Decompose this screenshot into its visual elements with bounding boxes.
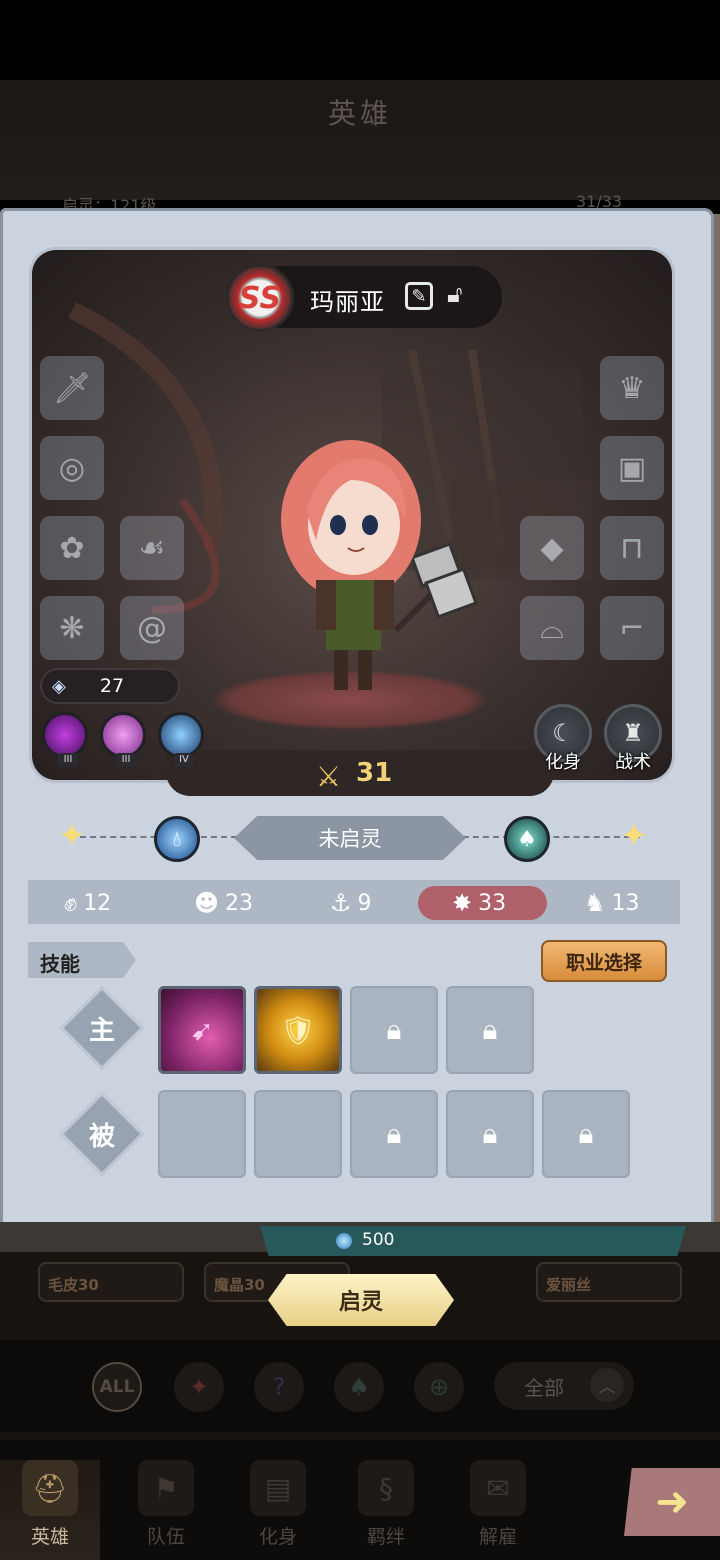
armor-slot-icon[interactable]: ▣ [600, 436, 664, 500]
arcane-rune-icon[interactable]: III [42, 712, 88, 767]
pink-slash-icon: ➹ [190, 1013, 214, 1047]
skill-slot-golden-shield[interactable]: 🛡︎ [254, 986, 342, 1074]
rune-tier: IV [174, 753, 194, 767]
stat-strength: ✊︎ 12 [64, 889, 112, 917]
hero-name: 玛丽亚 [310, 288, 385, 316]
skill-slot-pink-slash[interactable]: ➹ [158, 986, 246, 1074]
mystery-class-icon[interactable]: ? [254, 1362, 304, 1412]
awaken-status: 未启灵 [234, 816, 466, 860]
fist-icon: ✊︎ [64, 889, 78, 917]
pants-slot-icon[interactable]: ⊓ [600, 516, 664, 580]
tab-team[interactable]: ⚑ 队伍 [116, 1460, 216, 1560]
warrior-class-icon[interactable]: ✦ [174, 1362, 224, 1412]
rune-tier: III [116, 753, 136, 767]
water-orb-icon[interactable]: 💧︎ [154, 816, 200, 862]
star-left-icon: ✦ [57, 816, 87, 856]
rune-tier: III [58, 753, 78, 767]
filter-scope-dropdown[interactable]: 全部 ︿ [494, 1362, 634, 1410]
golden-shield-icon: 🛡︎ [280, 1013, 316, 1047]
head-icon: ☻ [194, 889, 220, 917]
unlock-icon[interactable]: 🔓︎ [447, 280, 473, 312]
rune-slot-icon[interactable]: ❋ [40, 596, 104, 660]
flag-icon: ⚑ [138, 1460, 194, 1516]
rose-slot-icon[interactable]: ✿ [40, 516, 104, 580]
bracelet-slot-icon[interactable]: ⌓ [520, 596, 584, 660]
edit-name-icon[interactable]: ✎ [405, 282, 433, 310]
list-item[interactable]: 爱丽丝 [536, 1262, 682, 1302]
hero-character-sprite[interactable] [256, 430, 486, 710]
stat-intellect: ☻ 23 [194, 889, 254, 917]
power-indicator: ◈ 27 [40, 668, 180, 704]
filter-all-button[interactable]: ALL [92, 1362, 142, 1412]
awaken-cost-bar [260, 1226, 686, 1256]
tab-avatar[interactable]: ▤ 化身 [228, 1460, 328, 1560]
beast-slot-icon[interactable]: ☙ [120, 516, 184, 580]
page-title: 英雄 [327, 97, 392, 130]
skill-slot-locked[interactable]: 🔒︎ [350, 986, 438, 1074]
avatar-label: 化身 [545, 752, 581, 773]
tactics-label: 战术 [615, 752, 651, 773]
crossed-swords-icon: ⚔ [316, 760, 342, 793]
awaken-button[interactable]: 启灵 [268, 1274, 454, 1326]
skill-slot-empty[interactable] [158, 1090, 246, 1178]
lightning-rune-icon[interactable]: IV [158, 712, 204, 767]
chess-piece-icon: ♜ [622, 719, 644, 747]
awaken-cost-value: 500 [362, 1230, 395, 1250]
tab-label: 队伍 [146, 1526, 185, 1548]
hero-level: 31 [356, 758, 393, 788]
filter-scope-label: 全部 [524, 1375, 564, 1400]
boot-icon: ⚓︎ [330, 889, 352, 917]
stat-crit: ✸ 33 [418, 886, 547, 920]
burst-icon: ✸ [452, 889, 473, 917]
helmet-icon: ⛑ [22, 1460, 78, 1516]
power-value: 27 [99, 675, 125, 697]
skill-slot-locked[interactable]: 🔒︎ [350, 1090, 438, 1178]
ring-slot-icon[interactable]: ◎ [40, 436, 104, 500]
star-right-icon: ✦ [619, 816, 649, 856]
chevron-up-icon: ︿ [590, 1368, 624, 1402]
spiral-slot-icon[interactable]: @ [120, 596, 184, 660]
skill-slot-locked[interactable]: 🔒︎ [446, 1090, 534, 1178]
boots-slot-icon[interactable]: ⌐ [600, 596, 664, 660]
cards-icon: ▤ [250, 1460, 306, 1516]
avatar-mask-icon: ☾ [552, 719, 574, 747]
stat-stamina: ♞ 13 [584, 889, 640, 917]
pink-orb-rune-icon[interactable]: III [100, 712, 146, 767]
next-arrow-button[interactable]: ➜ [624, 1468, 720, 1536]
tab-heroes[interactable]: ⛑ 英雄 [0, 1460, 100, 1560]
lock-icon: 🔒︎ [386, 1013, 402, 1046]
lock-icon: 🔒︎ [578, 1117, 594, 1150]
tab-label: 羁绊 [366, 1526, 405, 1548]
rank-badge: SS [226, 264, 294, 332]
spirit-orb-icon[interactable]: ♠ [504, 816, 550, 862]
spirit-gem-icon [336, 1233, 352, 1249]
active-skill-label: 主 [88, 1016, 115, 1046]
skill-slot-locked[interactable]: 🔒︎ [542, 1090, 630, 1178]
gem-slot-icon[interactable]: ◆ [520, 516, 584, 580]
lock-icon: 🔒︎ [482, 1013, 498, 1046]
list-item[interactable]: 毛皮30 [38, 1262, 184, 1302]
skills-section-label: 技能 [28, 942, 136, 978]
tab-label: 英雄 [30, 1526, 69, 1548]
skill-slot-locked[interactable]: 🔒︎ [446, 986, 534, 1074]
tab-label: 化身 [258, 1526, 297, 1548]
lock-icon: 🔒︎ [386, 1117, 402, 1150]
stat-agility: ⚓︎ 9 [330, 889, 372, 917]
class-select-button[interactable]: 职业选择 [541, 940, 667, 982]
nature-class-icon[interactable]: ♠ [334, 1362, 384, 1412]
scroll-icon: ✉ [470, 1460, 526, 1516]
archer-class-icon[interactable]: ⊕ [414, 1362, 464, 1412]
helmet-slot-icon[interactable]: ♛ [600, 356, 664, 420]
tab-bonds[interactable]: § 羁绊 [336, 1460, 436, 1560]
tab-dismiss[interactable]: ✉ 解雇 [448, 1460, 548, 1560]
lock-icon: 🔒︎ [482, 1117, 498, 1150]
tab-label: 解雇 [478, 1526, 517, 1548]
book-icon: § [358, 1460, 414, 1516]
arm-icon: ♞ [584, 889, 606, 917]
weapon-slot-icon[interactable]: 🗡︎ [40, 356, 104, 420]
skill-slot-empty[interactable] [254, 1090, 342, 1178]
passive-skill-label: 被 [88, 1122, 115, 1152]
